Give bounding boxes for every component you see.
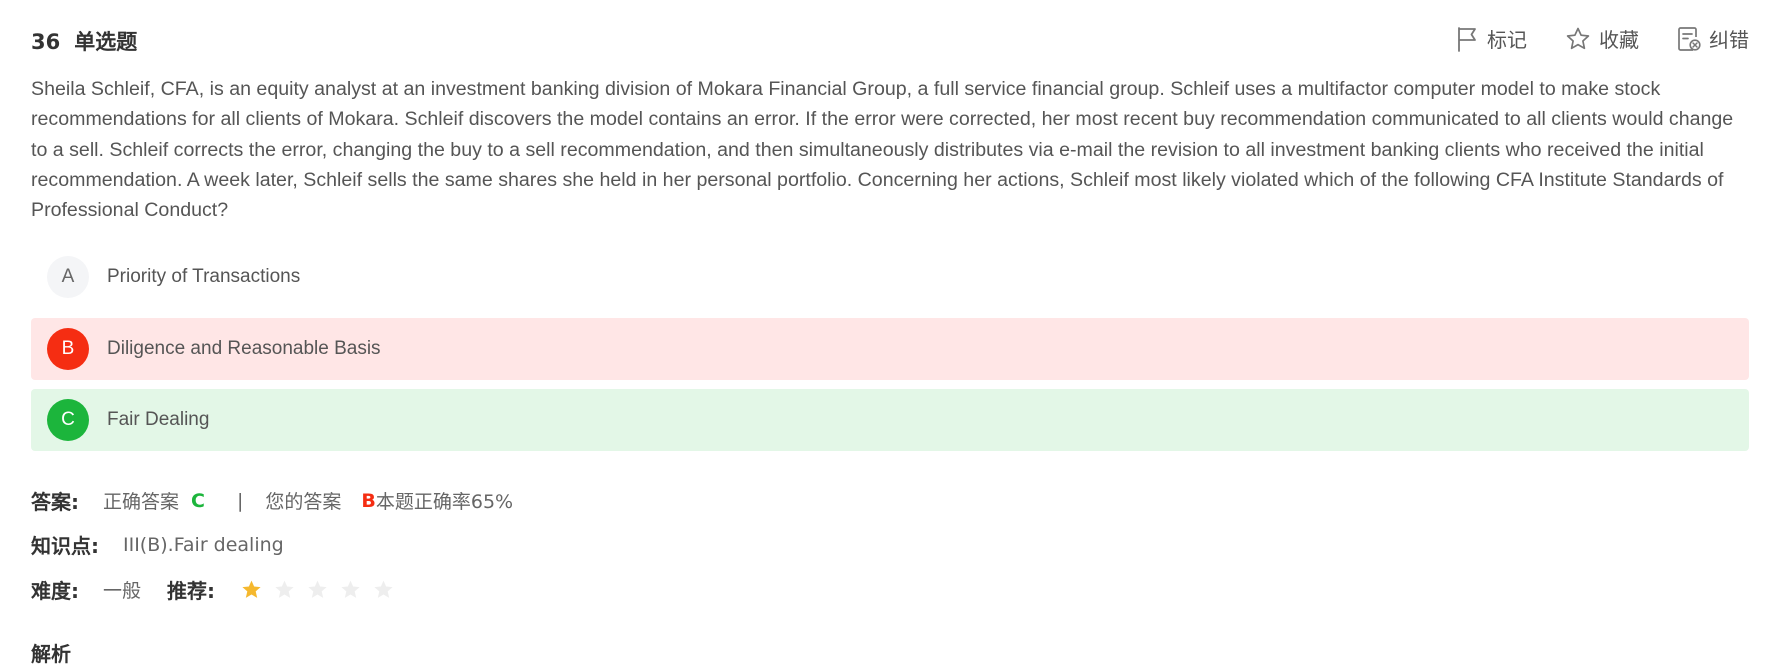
option-text: Fair Dealing: [107, 409, 210, 430]
answer-label: 答案:: [31, 490, 79, 514]
option-text: Diligence and Reasonable Basis: [107, 338, 381, 359]
knowledge-row: 知识点: III(B).Fair dealing: [31, 530, 284, 559]
option-letter: B: [47, 328, 89, 370]
report-error-label: 纠错: [1709, 28, 1749, 52]
star-filled-icon: [242, 580, 261, 598]
answer-row: 答案: 正确答案 C | 您的答案 B 本题正确率65%: [31, 486, 513, 515]
knowledge-value: III(B).Fair dealing: [123, 533, 284, 556]
correct-answer-text: 正确答案: [103, 491, 180, 513]
star-empty-icon: [341, 580, 360, 598]
option-letter: C: [47, 399, 89, 441]
analysis-title: 解析: [31, 642, 71, 666]
correct-rate: 本题正确率65%: [375, 491, 514, 513]
report-error-icon: [1678, 26, 1701, 51]
option-c[interactable]: C Fair Dealing: [31, 389, 1749, 451]
question-actions: 标记 收藏 纠错: [1417, 24, 1749, 53]
option-b[interactable]: B Diligence and Reasonable Basis: [31, 318, 1749, 380]
star-outline-icon: [1566, 27, 1590, 49]
difficulty-row: 难度: 一般 推荐:: [31, 575, 406, 604]
favorite-label: 收藏: [1599, 28, 1639, 52]
question-header: 36 单选题 标记 收藏 纠错: [31, 22, 1749, 58]
option-text: Priority of Transactions: [107, 266, 301, 287]
report-error-button[interactable]: 纠错: [1677, 24, 1749, 53]
question-type: 单选题: [74, 30, 138, 54]
recommend-label: 推荐:: [167, 579, 216, 603]
knowledge-label: 知识点:: [31, 534, 99, 558]
flag-icon: [1458, 26, 1476, 52]
your-answer-letter: B: [361, 489, 376, 512]
mark-button[interactable]: 标记: [1455, 24, 1527, 53]
your-answer-text: 您的答案: [265, 491, 342, 513]
option-letter: A: [47, 256, 89, 298]
star-empty-icon: [275, 580, 294, 598]
mark-label: 标记: [1487, 28, 1527, 52]
favorite-button[interactable]: 收藏: [1565, 24, 1639, 53]
option-a[interactable]: A Priority of Transactions: [31, 246, 1749, 308]
correct-answer-letter: C: [191, 489, 205, 512]
answer-separator: |: [236, 489, 244, 512]
question-stem: Sheila Schleif, CFA, is an equity analys…: [31, 78, 1734, 222]
question-number: 36: [31, 30, 61, 54]
recommend-rating: [241, 579, 406, 600]
question-title: 36 单选题: [31, 26, 137, 56]
difficulty-label: 难度:: [31, 579, 79, 603]
star-empty-icon: [308, 580, 327, 598]
difficulty-value: 一般: [103, 580, 142, 602]
star-empty-icon: [374, 580, 393, 598]
